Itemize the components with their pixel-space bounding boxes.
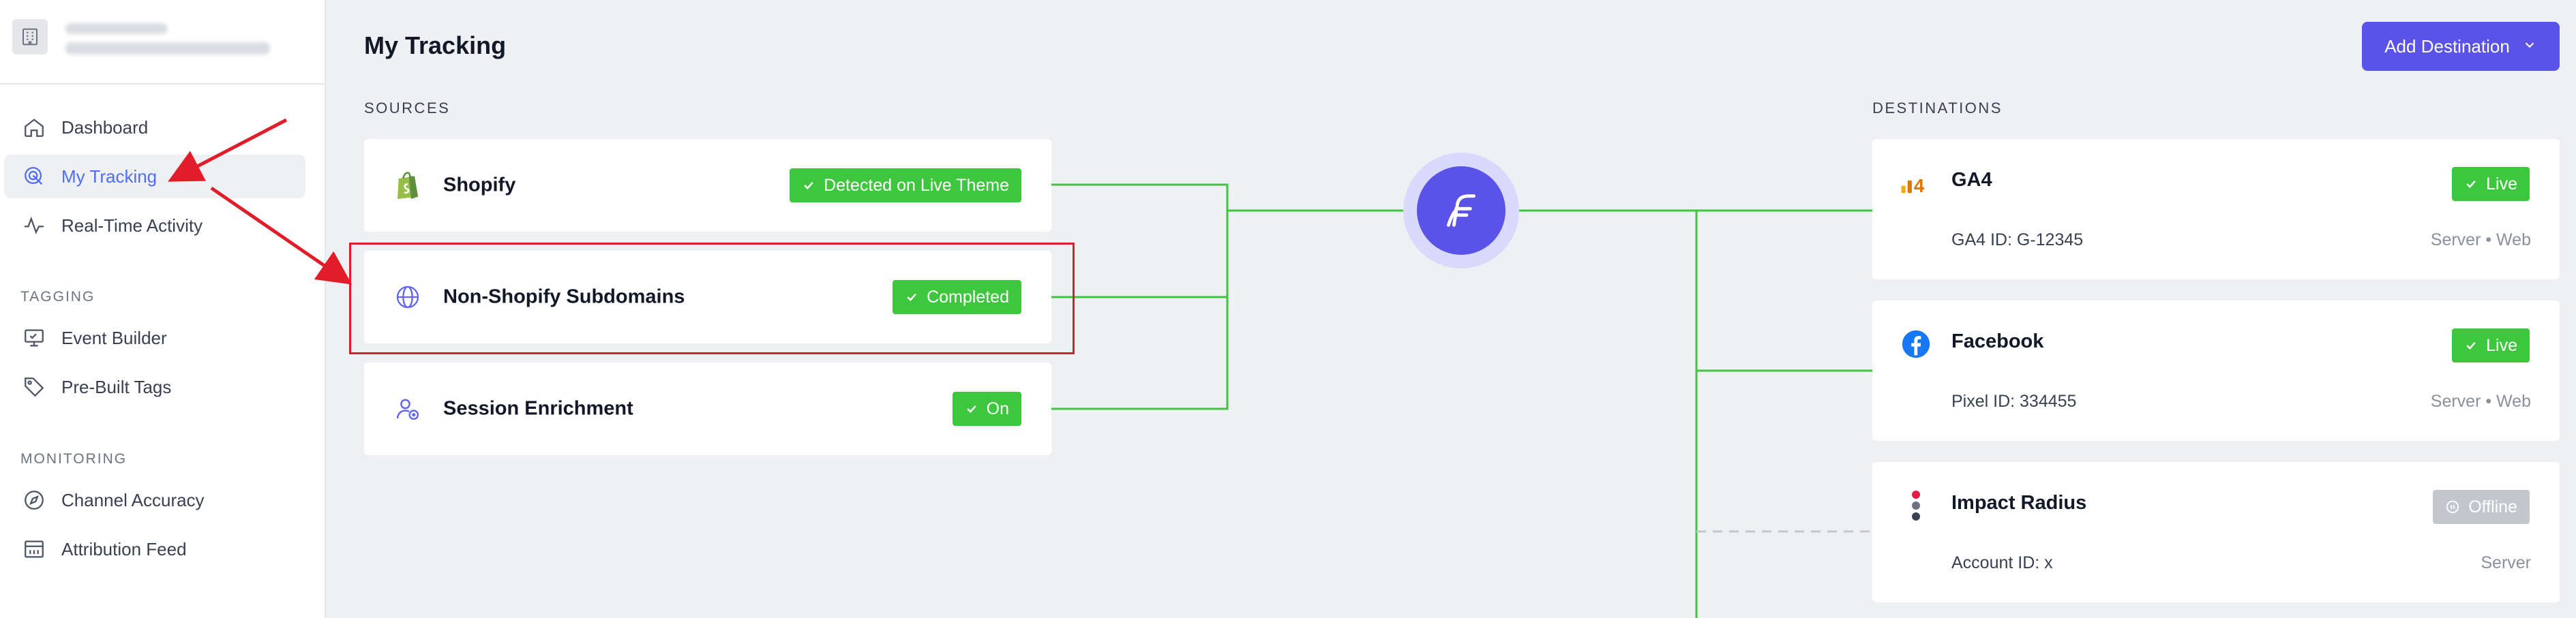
annotation-arrow-my-tracking	[168, 118, 288, 182]
annotation-arrows	[168, 118, 353, 285]
annotation-arrow-subdomains	[210, 186, 353, 285]
